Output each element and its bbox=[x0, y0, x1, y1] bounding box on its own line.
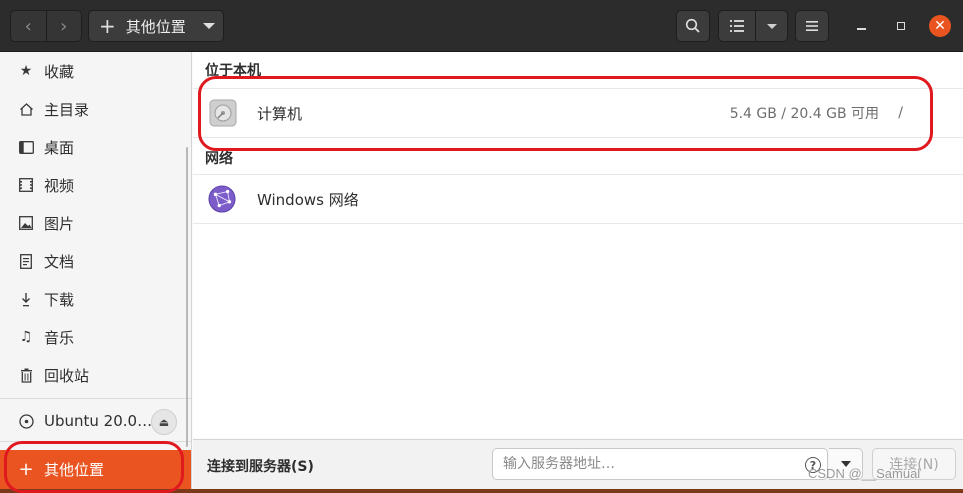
eject-button[interactable]: ⏏ bbox=[151, 409, 177, 435]
caret-down-icon bbox=[203, 23, 215, 29]
plus-icon: + bbox=[99, 14, 116, 38]
sidebar-item-documents[interactable]: 文档 bbox=[0, 242, 191, 280]
minimize-button[interactable] bbox=[850, 15, 872, 37]
view-options-button[interactable] bbox=[755, 11, 787, 41]
section-title-network: 网络 bbox=[205, 151, 233, 167]
location-name: 计算机 bbox=[257, 104, 303, 123]
hamburger-menu-icon bbox=[806, 21, 818, 31]
watermark: CSDN @__Samual bbox=[808, 466, 921, 481]
sidebar-item-label: 图片 bbox=[44, 214, 75, 233]
picture-icon bbox=[18, 215, 34, 231]
sidebar-item-pictures[interactable]: 图片 bbox=[0, 204, 191, 242]
connect-to-server-label: 连接到服务器(S) bbox=[207, 459, 314, 475]
maximize-button[interactable] bbox=[890, 15, 912, 37]
home-icon bbox=[18, 101, 34, 117]
connect-to-server-bar: 连接到服务器(S) ? 连接(N) bbox=[193, 439, 963, 489]
other-locations-view: 位于本机 计算机 5.4 GB / 20.4 GB 可用 / 网络 Window… bbox=[193, 52, 963, 438]
caret-down-icon bbox=[766, 23, 777, 29]
close-icon: ✕ bbox=[934, 18, 946, 34]
desktop-icon bbox=[18, 139, 34, 155]
nav-buttons: ‹ › bbox=[10, 10, 82, 42]
sidebar-item-other-locations[interactable]: + 其他位置 bbox=[0, 450, 191, 489]
plus-icon: + bbox=[18, 459, 34, 480]
download-icon bbox=[18, 291, 34, 307]
music-icon: ♫ bbox=[19, 329, 33, 345]
path-bar-button[interactable]: + 其他位置 bbox=[88, 10, 224, 42]
video-icon bbox=[18, 177, 34, 193]
location-row-computer[interactable]: 计算机 5.4 GB / 20.4 GB 可用 / bbox=[193, 88, 963, 138]
star-icon: ★ bbox=[19, 63, 33, 79]
sidebar-item-label: 其他位置 bbox=[44, 461, 105, 479]
main-menu-button[interactable] bbox=[795, 10, 829, 42]
sidebar-item-home[interactable]: 主目录 bbox=[0, 90, 191, 128]
search-button[interactable] bbox=[676, 10, 710, 42]
location-row-windows-network[interactable]: Windows 网络 bbox=[193, 174, 963, 224]
file-manager-window: ‹ › + 其他位置 ✕ ★ 收藏 主目录 桌面 视频 图片 文档 下载 ♫ 音… bbox=[0, 0, 963, 493]
sidebar-item-trash[interactable]: 回收站 bbox=[0, 356, 191, 394]
sidebar-item-label: 桌面 bbox=[44, 138, 75, 157]
sidebar-divider bbox=[0, 398, 191, 399]
list-view-button[interactable] bbox=[719, 11, 755, 41]
location-name: Windows 网络 bbox=[257, 190, 359, 209]
eject-icon: ⏏ bbox=[158, 415, 170, 429]
disc-icon bbox=[18, 413, 34, 429]
sidebar-scrollbar[interactable] bbox=[186, 147, 188, 447]
disk-usage: 5.4 GB / 20.4 GB 可用 bbox=[729, 106, 879, 122]
sidebar-item-downloads[interactable]: 下载 bbox=[0, 280, 191, 318]
sidebar-item-label: 主目录 bbox=[44, 100, 90, 119]
sidebar-item-label: 回收站 bbox=[44, 366, 90, 385]
list-view-icon bbox=[730, 20, 744, 32]
sidebar-item-device[interactable]: Ubuntu 20.0… ⏏ bbox=[0, 402, 191, 440]
minimize-icon bbox=[856, 28, 866, 30]
chevron-right-icon: › bbox=[60, 15, 68, 37]
path-label: 其他位置 bbox=[125, 17, 186, 36]
hard-drive-icon bbox=[209, 99, 237, 127]
document-icon bbox=[18, 253, 34, 269]
sidebar-item-label: 下载 bbox=[44, 290, 75, 309]
sidebar-item-label: 收藏 bbox=[44, 62, 75, 81]
sidebar-item-label: 视频 bbox=[44, 176, 75, 195]
network-globe-icon bbox=[208, 185, 236, 213]
maximize-icon bbox=[897, 22, 905, 30]
chevron-left-icon: ‹ bbox=[24, 15, 32, 37]
sidebar-divider bbox=[0, 441, 191, 442]
header-bar: ‹ › + 其他位置 ✕ bbox=[0, 0, 963, 52]
mount-path: / bbox=[898, 105, 903, 121]
sidebar-item-label: 文档 bbox=[44, 252, 75, 271]
sidebar-item-music[interactable]: ♫ 音乐 bbox=[0, 318, 191, 356]
search-icon bbox=[685, 18, 700, 33]
sidebar-item-desktop[interactable]: 桌面 bbox=[0, 128, 191, 166]
sidebar-item-videos[interactable]: 视频 bbox=[0, 166, 191, 204]
section-title-local: 位于本机 bbox=[205, 63, 261, 79]
sidebar-item-starred[interactable]: ★ 收藏 bbox=[0, 52, 191, 90]
view-toggle-group bbox=[718, 10, 788, 42]
sidebar: ★ 收藏 主目录 桌面 视频 图片 文档 下载 ♫ 音乐 回收站 Ubuntu … bbox=[0, 52, 192, 489]
sidebar-item-label: 音乐 bbox=[44, 328, 75, 347]
trash-icon bbox=[18, 367, 34, 383]
close-button[interactable]: ✕ bbox=[929, 15, 951, 37]
sidebar-item-label: Ubuntu 20.0… bbox=[44, 412, 153, 430]
server-address-input[interactable] bbox=[492, 448, 828, 480]
back-button[interactable]: ‹ bbox=[11, 11, 46, 41]
forward-button[interactable]: › bbox=[45, 11, 81, 41]
